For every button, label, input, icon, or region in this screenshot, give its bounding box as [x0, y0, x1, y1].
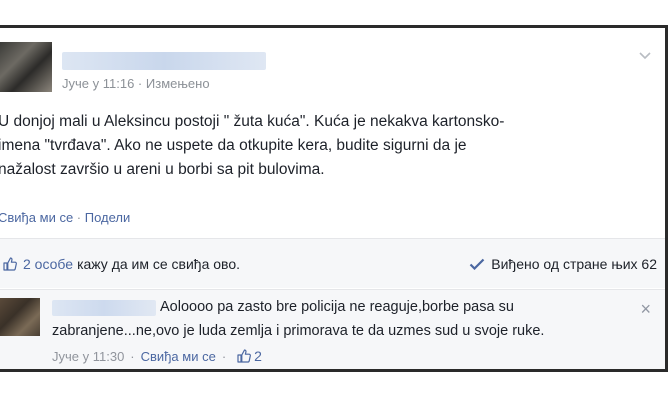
thumbs-up-icon — [237, 349, 252, 363]
comment-like-button[interactable]: Свиђа ми се — [141, 349, 216, 364]
post-meta: Јуче у 11:16 · Измењено — [62, 76, 210, 91]
author-avatar[interactable] — [0, 42, 52, 92]
seen-by-text: Виђено од стране њих 62 — [491, 256, 657, 272]
likes-summary: 2 особе кажу да им се свиђа ово. — [2, 256, 240, 272]
comment-text-line: Aoloooo pa zasto bre policija ne reaguje… — [160, 299, 514, 315]
post-body: U donjoj mali u Aleksincu postoji " žuta… — [0, 110, 648, 182]
commenter-name-blurred[interactable] — [52, 300, 156, 316]
author-name-blurred[interactable] — [62, 52, 266, 70]
comment: Aoloooo pa zasto bre policija ne reaguje… — [0, 289, 665, 369]
chevron-down-icon[interactable] — [639, 52, 651, 60]
edited-label[interactable]: Измењено — [146, 76, 210, 91]
actions-separator: · — [76, 210, 85, 225]
likes-text: кажу да им се свиђа ово. — [77, 256, 241, 272]
post-header: Јуче у 11:16 · Измењено — [0, 38, 665, 98]
comment-meta: Јуче у 11:30 · Свиђа ми се · 2 — [52, 348, 262, 364]
seen-by[interactable]: Виђено од стране њих 62 — [469, 256, 657, 272]
likes-bar: 2 особе кажу да им се свиђа ово. Виђено … — [0, 238, 665, 288]
comment-text-line: zabranjene...ne,ovo je luda zemlja i pri… — [52, 323, 545, 339]
commenter-avatar[interactable] — [0, 298, 40, 336]
close-icon[interactable]: × — [640, 300, 651, 318]
facebook-post-card: Јуче у 11:16 · Измењено U donjoj mali u … — [0, 25, 668, 372]
thumbs-up-icon — [3, 257, 17, 271]
like-button[interactable]: Свиђа ми се — [0, 210, 73, 225]
share-button[interactable]: Подели — [85, 210, 131, 225]
comment-timestamp[interactable]: Јуче у 11:30 — [52, 349, 124, 364]
meta-separator: · — [221, 348, 227, 364]
post-text-line: nažalost završio u areni u borbi sa pit … — [0, 161, 325, 178]
meta-separator: · — [130, 348, 135, 364]
meta-separator: · — [137, 76, 143, 91]
post-text-line: imena "tvrđava". Ako ne uspete da otkupi… — [0, 137, 467, 154]
likes-count-link[interactable]: 2 особе — [23, 256, 73, 272]
post-text-line: U donjoj mali u Aleksincu postoji " žuta… — [0, 113, 505, 130]
post-timestamp[interactable]: Јуче у 11:16 — [62, 76, 134, 91]
comment-like-count[interactable]: 2 — [254, 348, 262, 364]
checkmark-icon — [469, 258, 485, 270]
post-actions: Свиђа ми се · Подели — [0, 210, 130, 225]
